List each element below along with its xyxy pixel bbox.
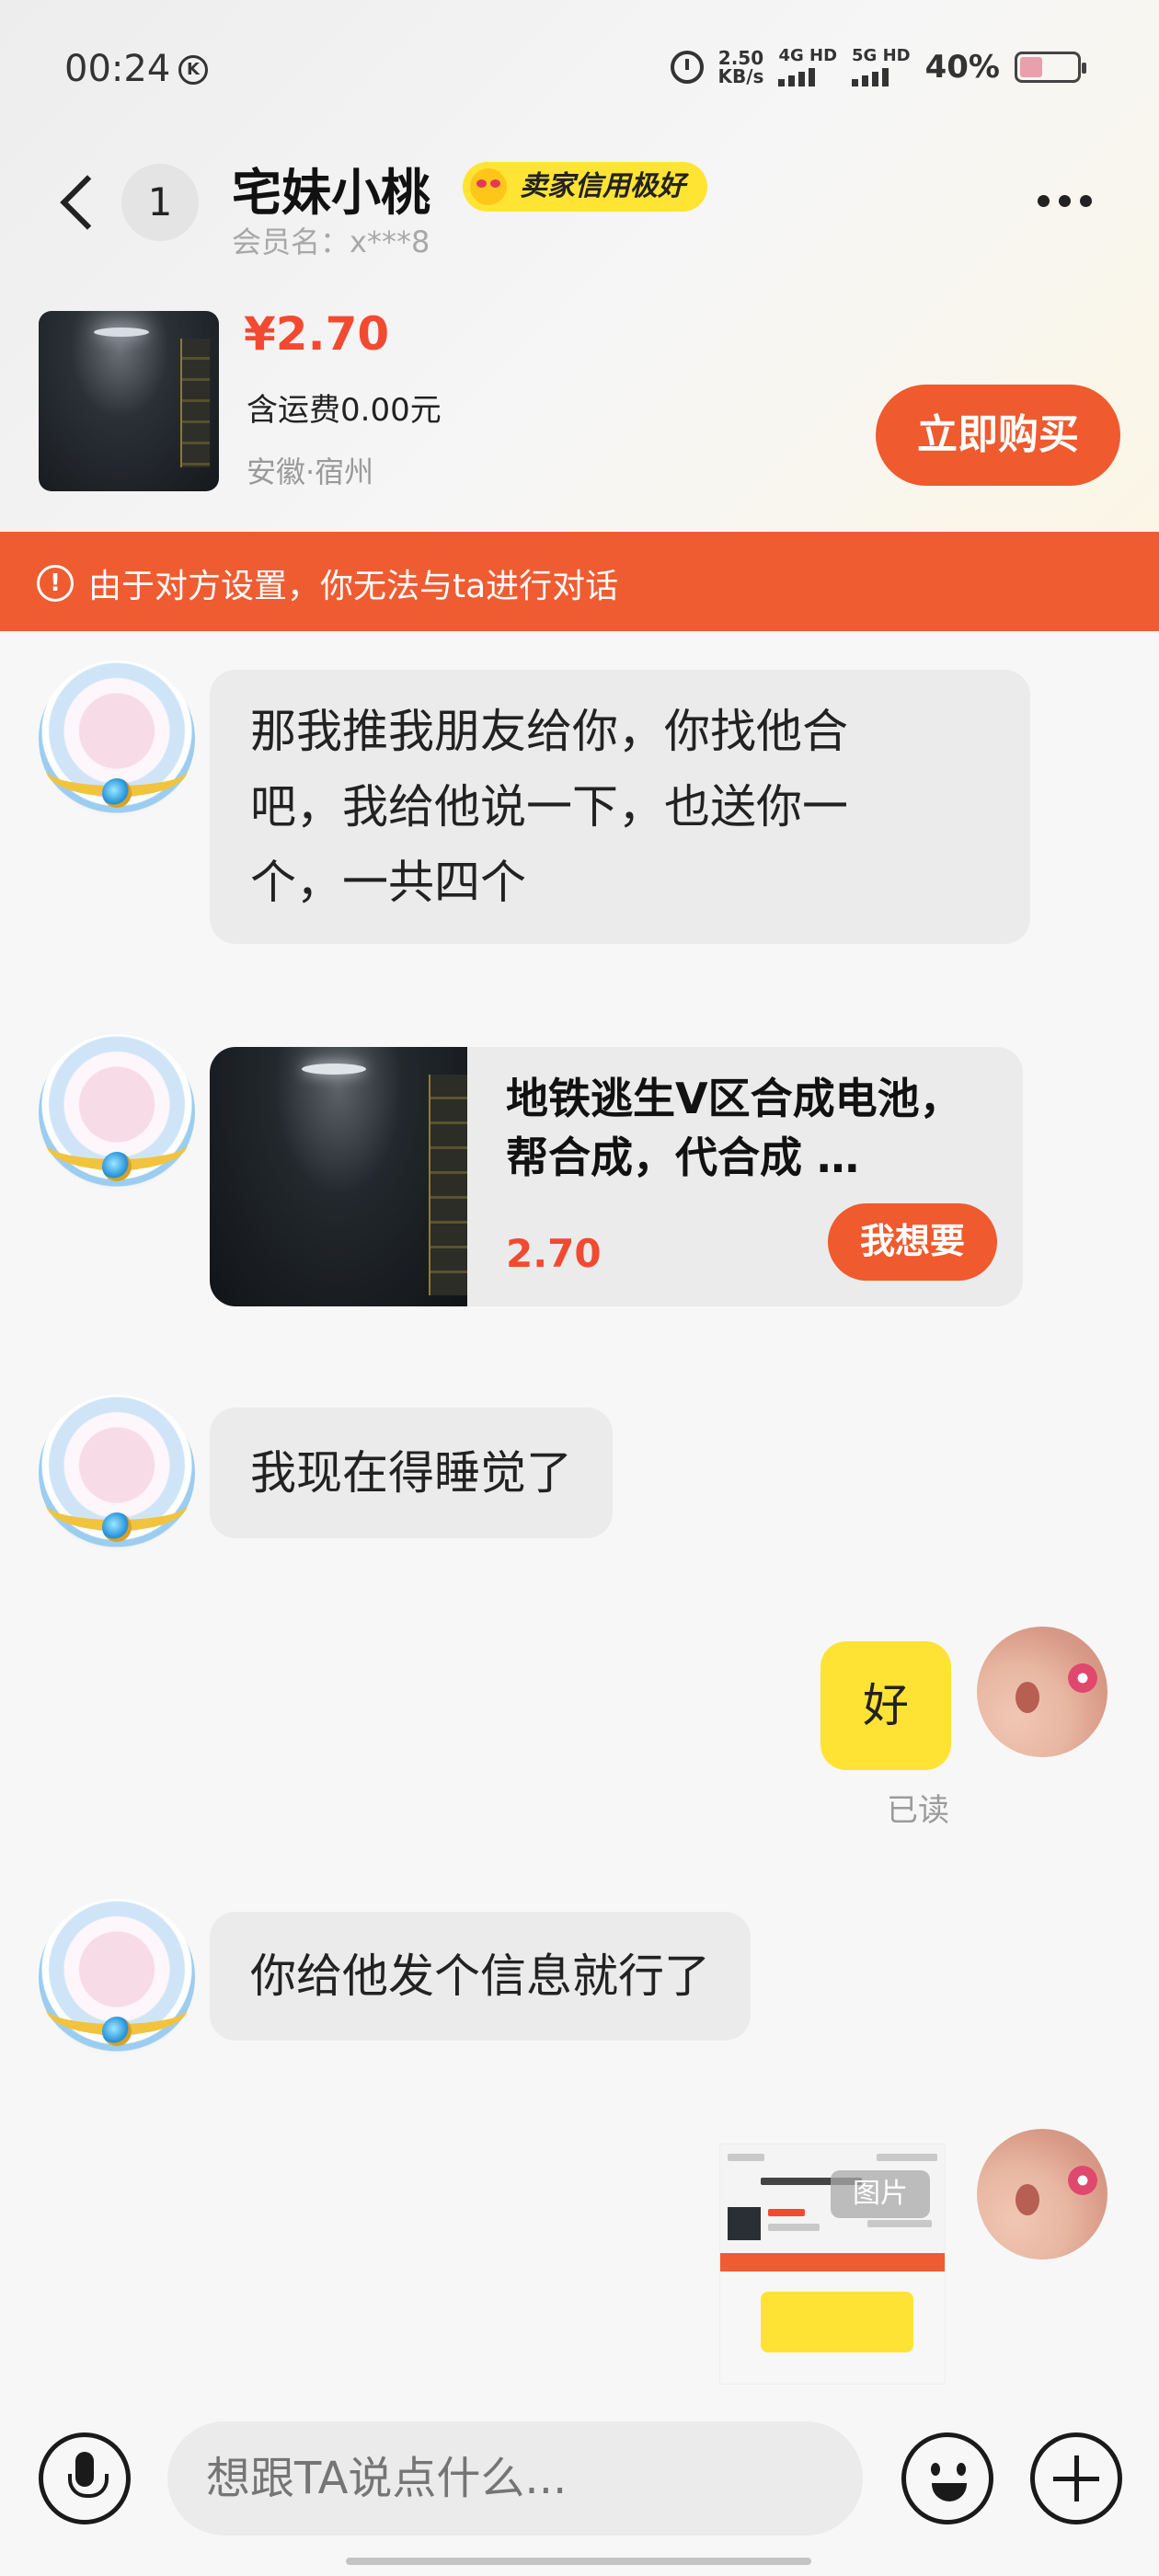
alert-icon: ! <box>37 565 74 602</box>
status-bar: 00:24 K 2.50 KB/s 4G HD 5G HD 40% <box>0 0 1159 138</box>
image-preview-notice <box>720 2253 945 2271</box>
product-price: ¥2.70 <box>244 307 390 361</box>
k-icon: K <box>178 55 208 85</box>
product-card-price: 2.70 <box>506 1231 602 1276</box>
notice-text: 由于对方设置，你无法与ta进行对话 <box>88 568 619 605</box>
plus-icon[interactable] <box>1030 2432 1122 2524</box>
back-icon[interactable] <box>55 170 101 235</box>
network-speed: 2.50 KB/s <box>718 49 764 86</box>
seller-avatar[interactable] <box>39 1034 195 1190</box>
image-preview-bubble <box>761 2292 913 2352</box>
home-indicator[interactable] <box>346 2558 811 2565</box>
message-input[interactable] <box>167 2421 863 2536</box>
network-5g-label: 5G HD <box>852 46 911 65</box>
battery-percent: 40% <box>924 49 1000 86</box>
message-bubble[interactable]: 我现在得睡觉了 <box>210 1408 613 1538</box>
my-message-bubble[interactable]: 好 <box>820 1641 951 1770</box>
signal-bars-icon <box>852 68 911 86</box>
alarm-icon <box>670 51 704 84</box>
microphone-icon[interactable] <box>39 2432 131 2524</box>
network-4g: 4G HD <box>778 48 837 86</box>
more-icon[interactable] <box>1038 195 1092 207</box>
credit-badge-label: 卖家信用极好 <box>520 170 685 202</box>
seller-avatar[interactable] <box>39 661 195 817</box>
status-time: 00:24 <box>64 48 171 90</box>
message-line: 个，一共四个 <box>250 856 526 909</box>
want-button[interactable]: 我想要 <box>828 1203 997 1281</box>
product-card-title: 地铁逃生V区合成电池，帮合成，代合成 … <box>506 1074 962 1182</box>
signal-bars-icon <box>778 68 837 86</box>
read-status: 已读 <box>887 1792 949 1829</box>
seller-name[interactable]: 宅妹小桃 <box>232 152 430 224</box>
status-right: 2.50 KB/s 4G HD 5G HD 40% <box>670 48 1086 86</box>
buy-now-button[interactable]: 立即购买 <box>876 385 1120 486</box>
seller-avatar[interactable] <box>39 1395 195 1551</box>
message-line: 吧，我给他说一下，也送你一 <box>250 780 848 834</box>
speed-value: 2.50 <box>717 47 764 69</box>
my-avatar[interactable] <box>977 2129 1107 2260</box>
product-card-thumbnail <box>210 1047 467 1306</box>
network-5g: 5G HD <box>852 48 911 86</box>
product-shipping: 含运费0.00元 <box>247 392 442 429</box>
image-message[interactable]: 图片 <box>719 2144 946 2385</box>
member-name: 会员名：x***8 <box>232 224 430 259</box>
product-card[interactable]: 地铁逃生V区合成电池，帮合成，代合成 … 2.70 我想要 <box>210 1047 1023 1306</box>
seller-avatar[interactable] <box>39 1899 195 2055</box>
product-location: 安徽·宿州 <box>247 454 374 489</box>
battery-icon <box>1015 52 1086 83</box>
unread-count-badge[interactable]: 1 <box>121 164 199 241</box>
message-line: 那我推我朋友给你，你找他合 <box>250 705 848 758</box>
emoji-icon[interactable] <box>901 2432 993 2524</box>
message-bubble[interactable]: 那我推我朋友给你，你找他合 吧，我给他说一下，也送你一 个，一共四个 <box>210 670 1030 944</box>
credit-badge[interactable]: 卖家信用极好 <box>463 162 707 212</box>
love-face-icon <box>470 168 507 205</box>
notice-bar: ! 由于对方设置，你无法与ta进行对话 <box>0 532 1159 631</box>
speed-unit: KB/s <box>717 65 764 87</box>
network-4g-label: 4G HD <box>778 46 838 65</box>
product-thumbnail[interactable] <box>39 311 219 491</box>
my-avatar[interactable] <box>977 1627 1107 1757</box>
message-bubble[interactable]: 你给他发个信息就行了 <box>210 1912 751 2041</box>
image-tag: 图片 <box>831 2170 930 2218</box>
